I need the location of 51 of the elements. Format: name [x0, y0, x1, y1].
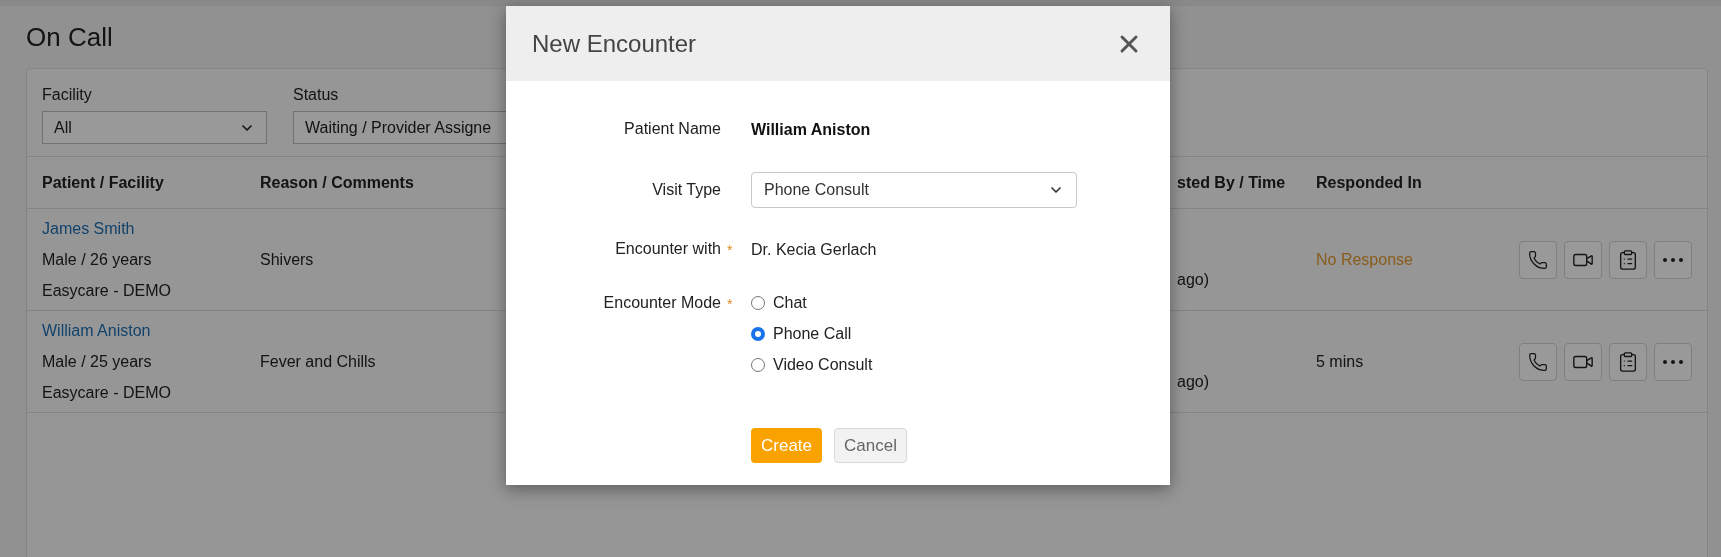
- field-label: Encounter Mode: [603, 293, 721, 313]
- more-button[interactable]: [1654, 240, 1692, 279]
- filter-label: Facility: [42, 85, 93, 105]
- radio-option[interactable]: Chat: [751, 292, 873, 314]
- response-time: 5 mins: [1316, 351, 1365, 372]
- page-title: On Call: [26, 22, 113, 52]
- required-mark: *: [727, 242, 733, 258]
- call-button[interactable]: [1519, 240, 1557, 279]
- column-header: sted By / Time: [1177, 172, 1286, 193]
- column-header: Responded In: [1316, 172, 1422, 193]
- patient-demographics: Male / 26 years: [42, 250, 153, 270]
- field-value: Dr. Kecia Gerlach: [751, 240, 877, 260]
- patient-demographics: Male / 25 years: [42, 352, 153, 372]
- phone-icon: [1528, 249, 1548, 270]
- facility-name: Easycare - DEMO: [42, 281, 172, 301]
- field-label: Patient Name: [624, 119, 721, 139]
- column-header: Reason / Comments: [260, 172, 414, 193]
- reason-text: Shivers: [260, 249, 314, 270]
- call-button[interactable]: [1519, 342, 1557, 381]
- requested-time: ago): [1177, 371, 1211, 392]
- response-time: No Response: [1316, 249, 1414, 270]
- phone-icon: [1528, 351, 1548, 372]
- more-icon: [1663, 359, 1683, 364]
- visit-type-select[interactable]: Phone Consult: [751, 172, 1077, 208]
- radio-button[interactable]: [751, 327, 765, 341]
- dialog-title: New Encounter: [532, 28, 697, 59]
- more-icon: [1663, 257, 1683, 262]
- radio-button[interactable]: [751, 358, 765, 372]
- video-button[interactable]: [1564, 342, 1602, 381]
- patient-link[interactable]: James Smith: [42, 213, 260, 244]
- cancel-button[interactable]: Cancel: [834, 428, 907, 463]
- facility-name: Easycare - DEMO: [42, 383, 172, 403]
- clipboard-button[interactable]: [1609, 240, 1647, 279]
- field-label: Encounter with: [615, 239, 721, 259]
- radio-option[interactable]: Video Consult: [751, 354, 873, 376]
- more-button[interactable]: [1654, 342, 1692, 381]
- clipboard-button[interactable]: [1609, 342, 1647, 381]
- radio-button[interactable]: [751, 296, 765, 310]
- video-button[interactable]: [1564, 240, 1602, 279]
- required-mark: *: [727, 296, 733, 312]
- reason-text: Fever and Chills: [260, 351, 376, 372]
- radio-option[interactable]: Phone Call: [751, 323, 873, 345]
- column-header: Patient / Facility: [42, 172, 164, 193]
- filter-select[interactable]: All: [42, 111, 267, 144]
- requested-time: ago): [1177, 269, 1211, 290]
- field-value: William Aniston: [751, 120, 871, 140]
- clipboard-icon: [1617, 350, 1639, 373]
- filter-label: Status: [293, 85, 340, 105]
- clipboard-icon: [1617, 248, 1639, 271]
- patient-link[interactable]: William Aniston: [42, 315, 260, 346]
- field-label: Visit Type: [652, 180, 721, 200]
